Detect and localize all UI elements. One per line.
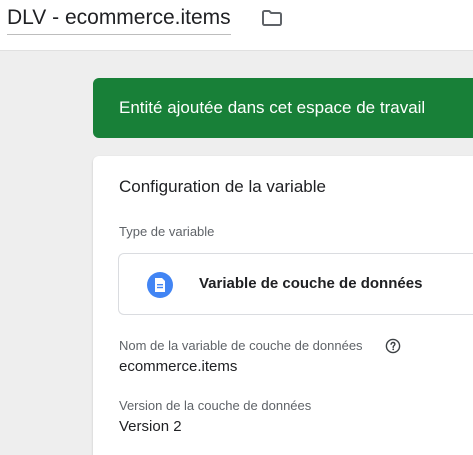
variable-type-name: Variable de couche de données [199, 275, 423, 292]
header-bar: DLV - ecommerce.items [0, 0, 473, 51]
datalayer-version-value: Version 2 [119, 418, 182, 435]
variable-type-label: Type de variable [119, 224, 215, 239]
variable-title[interactable]: DLV - ecommerce.items [7, 4, 231, 32]
card-title: Configuration de la variable [119, 177, 326, 196]
title-field[interactable]: DLV - ecommerce.items [7, 4, 231, 35]
datalayer-version-label: Version de la couche de données [119, 398, 312, 413]
success-banner: Entité ajoutée dans cet espace de travai… [93, 78, 473, 138]
variable-type-selector[interactable]: Variable de couche de données [118, 253, 473, 315]
document-icon [147, 272, 173, 298]
variable-configuration-card: Configuration de la variable Type de var… [93, 156, 473, 455]
datalayer-variable-name-value: ecommerce.items [119, 358, 238, 375]
datalayer-variable-name-label: Nom de la variable de couche de données [119, 338, 363, 353]
help-icon[interactable] [385, 338, 401, 354]
folder-icon[interactable] [260, 6, 284, 30]
